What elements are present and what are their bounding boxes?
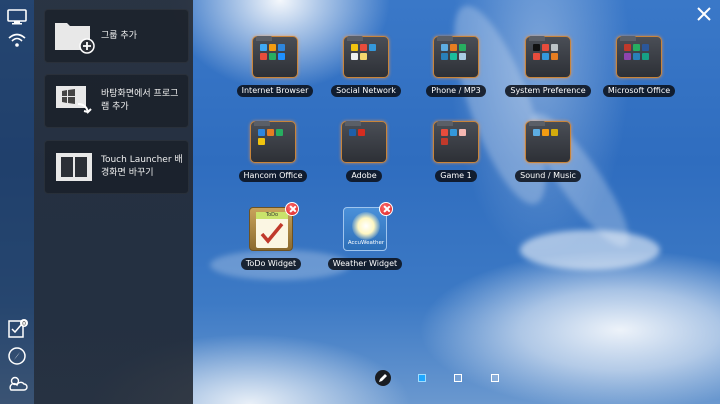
remove-widget-button[interactable] [285,202,299,216]
widget-label: Weather Widget [327,258,403,270]
folder-label: Phone / MP3 [426,85,486,97]
folder-label: Microsoft Office [602,85,676,97]
change-wallpaper-button[interactable]: Touch Launcher 배경화면 바꾸기 [44,140,189,194]
folder-game-1[interactable]: Game 1 [410,121,502,182]
add-group-label: 그룹 추가 [101,30,137,41]
folder-sound-music[interactable]: Sound / Music [502,121,594,182]
folder-social-network[interactable]: Social Network [320,36,412,97]
folder-label: Social Network [331,85,401,97]
folder-system-preference[interactable]: System Preference [502,36,594,97]
wallpaper-book-icon [51,145,97,189]
edit-button[interactable] [375,370,391,386]
page-dot-1[interactable] [418,374,426,382]
folder-label: System Preference [505,85,591,97]
widget-todo[interactable]: ToDo ToDo Widget [225,202,317,270]
left-strip: 0 [0,0,34,404]
compass-icon[interactable] [7,346,27,366]
folder-label: Sound / Music [515,170,581,182]
monitor-icon[interactable] [7,9,27,29]
pencil-icon [379,374,387,382]
close-button[interactable] [696,6,712,22]
close-icon [697,7,711,21]
folder-add-icon [51,14,97,58]
change-wallpaper-label: Touch Launcher 배경화면 바꾸기 [101,155,183,178]
weather-widget-icon: AccuWeather [343,202,393,251]
todo-widget-icon: ToDo [249,202,299,251]
todo-list-icon[interactable]: 0 [7,318,28,338]
folder-internet-browser[interactable]: Internet Browser [229,36,321,97]
widget-weather[interactable]: AccuWeather Weather Widget [319,202,411,270]
windows-import-icon [51,79,97,123]
folder-hancom-office[interactable]: Hancom Office [227,121,319,182]
folder-label: Game 1 [435,170,477,182]
add-program-label: 바탕화면에서 프로그램 추가 [101,89,179,112]
folder-label: Hancom Office [238,170,308,182]
folder-adobe[interactable]: Adobe [318,121,410,182]
weather-widget-brand: AccuWeather [347,240,385,246]
add-group-button[interactable]: 그룹 추가 [44,9,189,63]
todo-widget-header: ToDo [256,212,288,219]
svg-text:0: 0 [22,321,26,328]
weather-icon[interactable] [7,374,28,394]
page-dot-3[interactable] [491,374,499,382]
wifi-icon[interactable] [7,32,27,52]
add-program-button[interactable]: 바탕화면에서 프로그램 추가 [44,74,189,128]
page-indicator [375,370,505,386]
folder-phone-mp3[interactable]: Phone / MP3 [410,36,502,97]
folder-label: Adobe [346,170,382,182]
side-panel: 그룹 추가 바탕화면에서 프로그램 추가 Touch Launcher 배경화면… [34,0,193,404]
folder-microsoft-office[interactable]: Microsoft Office [593,36,685,97]
page-dot-2[interactable] [454,374,462,382]
folder-label: Internet Browser [236,85,314,97]
remove-widget-button[interactable] [379,202,393,216]
widget-label: ToDo Widget [240,258,302,270]
